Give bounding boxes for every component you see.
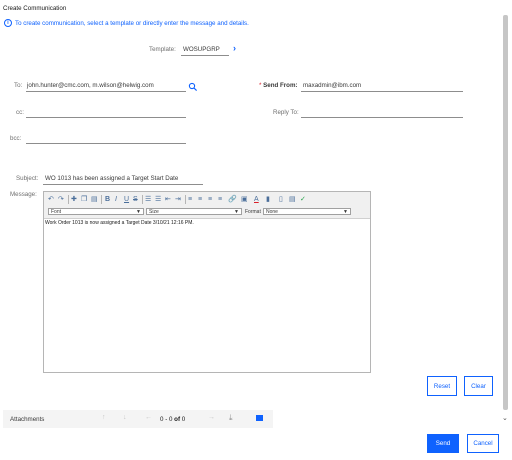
format-select[interactable]: None ▼: [263, 208, 351, 215]
paste-word-icon[interactable]: ▤: [289, 195, 296, 204]
rich-text-editor: ↶ ↷ ✚ ❐ ▤ B I U S ☰ ☰ ⇤ ⇥ ≡ ≡ ≡ ≡ 🔗 ▣ A …: [43, 191, 371, 373]
template-value: WOSUPGRP: [183, 46, 220, 53]
arrow-up-icon[interactable]: ↑: [102, 414, 106, 421]
bold-icon[interactable]: B: [105, 195, 110, 204]
reply-to-label: Reply To:: [273, 109, 299, 116]
subject-input[interactable]: WO 1013 has been assigned a Target Start…: [45, 175, 178, 182]
image-icon[interactable]: ▣: [241, 195, 248, 204]
underline-icon[interactable]: U: [124, 195, 129, 204]
font-select[interactable]: Font ▼: [48, 208, 144, 215]
numbered-list-icon[interactable]: ☰: [145, 195, 151, 204]
size-select[interactable]: Size ▼: [146, 208, 242, 215]
template-label: Template:: [149, 46, 176, 53]
previous-page-icon[interactable]: ←: [145, 414, 152, 421]
to-input[interactable]: john.hunter@cmc.com, m.wilson@helwig.com: [27, 82, 154, 89]
toolbar-divider: [101, 195, 102, 204]
next-page-icon[interactable]: →: [208, 414, 215, 421]
send-from-label: Send From:: [263, 82, 298, 89]
message-label: Message:: [10, 191, 37, 198]
arrow-down-icon[interactable]: ↓: [123, 414, 127, 421]
send-from-underline: [301, 91, 463, 92]
undo-icon[interactable]: ↶: [48, 195, 54, 204]
page-title: Create Communication: [3, 5, 67, 12]
subject-underline: [43, 184, 203, 185]
cc-label: cc:: [16, 109, 24, 116]
align-right-icon[interactable]: ≡: [208, 195, 212, 204]
align-left-icon[interactable]: ≡: [188, 195, 192, 204]
template-field[interactable]: [181, 55, 229, 56]
reply-to-input[interactable]: [301, 117, 463, 118]
strikethrough-icon[interactable]: S: [133, 195, 138, 204]
copy-icon[interactable]: ❐: [81, 195, 87, 204]
bullet-list-icon[interactable]: ☰: [155, 195, 161, 204]
pager-of: of: [174, 416, 181, 423]
send-from-input[interactable]: maxadmin@ibm.com: [303, 82, 361, 89]
font-color-icon[interactable]: A: [254, 195, 259, 204]
attachments-label: Attachments: [10, 416, 45, 423]
justify-icon[interactable]: ≡: [218, 195, 222, 204]
insert-icon[interactable]: ✚: [71, 195, 77, 204]
pager-total: 0: [181, 416, 186, 423]
format-label: Format: [245, 209, 261, 215]
link-icon[interactable]: 🔗: [228, 195, 237, 204]
outdent-icon[interactable]: ⇤: [165, 195, 171, 204]
redo-icon[interactable]: ↷: [58, 195, 64, 204]
bcc-input[interactable]: [26, 143, 186, 144]
toolbar-divider: [68, 195, 69, 204]
to-label: To:: [14, 82, 23, 89]
clear-button[interactable]: Clear: [464, 376, 493, 396]
indent-icon[interactable]: ⇥: [175, 195, 181, 204]
highlight-icon[interactable]: ▮: [266, 195, 270, 204]
send-button[interactable]: Send: [427, 434, 459, 453]
pager-end: 0: [168, 416, 173, 423]
download-icon[interactable]: ⤓: [229, 413, 233, 423]
chevron-down-icon[interactable]: ⌄: [502, 414, 508, 422]
paste-icon[interactable]: ▤: [91, 195, 98, 204]
cc-input[interactable]: [26, 117, 186, 118]
search-icon[interactable]: [188, 79, 198, 92]
toolbar-divider: [185, 195, 186, 204]
pager-separator: -: [165, 416, 168, 423]
to-field-underline: [26, 91, 186, 92]
add-attachment-icon[interactable]: [256, 415, 263, 421]
document-icon[interactable]: ▯: [279, 195, 283, 204]
cancel-button[interactable]: Cancel: [467, 434, 499, 453]
message-body[interactable]: Work Order 1013 is now assigned a Target…: [45, 220, 194, 226]
info-message: To create communication, select a templa…: [15, 20, 249, 27]
subject-label: Subject:: [16, 175, 39, 182]
toolbar-divider: [142, 195, 143, 204]
reset-button[interactable]: Reset: [427, 376, 457, 396]
align-center-icon[interactable]: ≡: [198, 195, 202, 204]
info-icon: i: [4, 19, 12, 27]
bcc-label: bcc:: [10, 135, 22, 142]
chevron-right-icon[interactable]: ›: [233, 43, 236, 53]
italic-icon[interactable]: I: [115, 195, 117, 204]
pager-text: 0 - 0 of 0: [160, 416, 185, 423]
spellcheck-icon[interactable]: ✓: [300, 195, 306, 204]
pager-start: 0: [160, 416, 164, 423]
scrollbar-thumb[interactable]: [503, 15, 508, 410]
